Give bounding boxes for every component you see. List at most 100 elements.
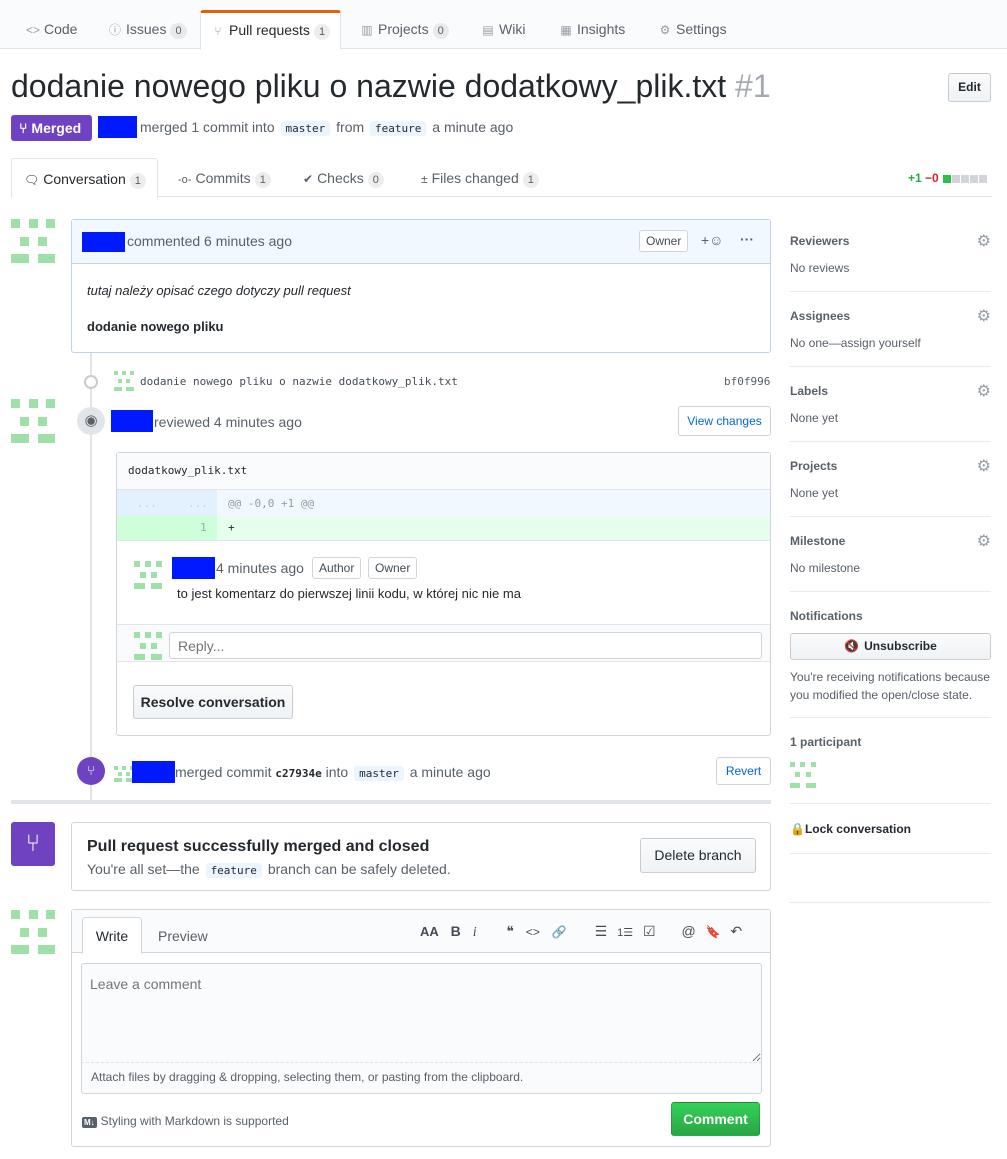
tab-label: Projects	[378, 21, 429, 37]
mention-icon[interactable]: @	[681, 923, 695, 939]
reference-icon[interactable]: 🔖	[706, 925, 721, 939]
diffstat-block	[961, 174, 969, 183]
tab-count: 0	[367, 172, 384, 188]
tab-label: Commits	[195, 170, 251, 186]
text-size-icon[interactable]: AA	[420, 924, 439, 939]
line-code: +	[228, 521, 235, 534]
comment-composer: Write Preview AA B i ❝ <> 🔗 ☰ 1☰ ☑ @ 🔖 ↶…	[71, 909, 771, 1147]
page-title: dodanie nowego pliku o nazwie dodatkowy_…	[11, 68, 771, 105]
head-branch[interactable]: feature	[370, 121, 427, 136]
merge-icon: ⑂	[77, 757, 105, 785]
sidebar-reviewers: Reviewers ⚙ No reviews	[790, 219, 991, 292]
diff-line-added: 1 +	[117, 516, 770, 540]
sidebar-value: None yet	[790, 486, 839, 500]
preview-tab[interactable]: Preview	[158, 928, 208, 944]
sidebar-value: No reviews	[790, 261, 850, 275]
repo-tab-wiki[interactable]: ▤ Wiki	[471, 10, 535, 49]
commit-sha[interactable]: bf0f996	[724, 375, 770, 388]
avatar[interactable]	[11, 399, 55, 443]
meta-time: a minute ago	[432, 119, 514, 135]
quote-icon[interactable]: ❝	[506, 923, 514, 939]
attach-files-bar[interactable]: Attach files by dragging & dropping, sel…	[81, 1063, 762, 1094]
repo-tab-settings[interactable]: ⚙ Settings	[648, 10, 737, 49]
tab-commits[interactable]: -o- Commits 1	[166, 158, 283, 197]
gear-icon[interactable]: ⚙	[977, 231, 991, 251]
comment-time[interactable]: 4 minutes ago	[216, 560, 304, 576]
view-changes-button[interactable]: View changes	[678, 406, 771, 436]
tab-label: Insights	[577, 21, 626, 37]
repo-tab-projects[interactable]: ▥ Projects 0	[350, 10, 459, 49]
italic-icon[interactable]: i	[473, 925, 477, 940]
reply-row	[117, 624, 770, 662]
repo-tab-pull-requests[interactable]: ⑂ Pull requests 1	[200, 10, 342, 50]
sidebar-projects: Projects ⚙ None yet	[790, 442, 991, 517]
repo-tab-insights[interactable]: ▦ Insights	[549, 10, 635, 49]
sidebar-heading: Notifications	[790, 609, 863, 623]
link-icon[interactable]: 🔗	[552, 925, 567, 939]
add-reaction-icon[interactable]: +☺	[701, 232, 723, 248]
diffstat: +1 −0	[908, 171, 987, 185]
revert-button[interactable]: Revert	[716, 757, 771, 785]
avatar[interactable]	[134, 561, 162, 589]
avatar[interactable]	[114, 371, 134, 391]
pr-title: dodanie nowego pliku o nazwie dodatkowy_…	[11, 68, 727, 104]
tab-conversation[interactable]: 🗨 Conversation 1	[11, 158, 158, 198]
commit-dot-icon	[84, 375, 98, 389]
line-number[interactable]: 1	[200, 521, 207, 534]
sidebar-heading[interactable]: Milestone	[790, 534, 845, 548]
bullet-list-icon[interactable]: ☰	[595, 923, 608, 939]
redacted-username[interactable]	[111, 410, 153, 432]
merge-icon: ⑂	[19, 120, 28, 136]
numbered-list-icon[interactable]: 1☰	[617, 927, 633, 939]
base-branch[interactable]: master	[280, 121, 331, 136]
bold-icon[interactable]: B	[451, 923, 461, 939]
tab-checks[interactable]: ✔ Checks 0	[291, 158, 396, 197]
sidebar-heading[interactable]: Assignees	[790, 309, 850, 323]
sidebar-heading[interactable]: Projects	[790, 459, 837, 473]
more-options-icon[interactable]: ···	[740, 231, 754, 247]
avatar[interactable]	[11, 219, 55, 263]
merge-text: into	[325, 764, 349, 780]
markdown-toolbar: AA B i ❝ <> 🔗 ☰ 1☰ ☑ @ 🔖 ↶	[420, 923, 742, 941]
feature-branch[interactable]: feature	[205, 863, 262, 878]
comment-body-bold: dodanie nowego pliku	[87, 319, 224, 334]
avatar[interactable]	[11, 910, 55, 954]
write-tab[interactable]: Write	[82, 917, 142, 954]
gear-icon[interactable]: ⚙	[977, 381, 991, 401]
pr-number: #1	[735, 68, 771, 104]
redacted-username[interactable]	[82, 232, 125, 252]
comment-textarea[interactable]	[81, 963, 762, 1063]
markdown-note[interactable]: M↓ Styling with Markdown is supported	[82, 1114, 289, 1128]
gear-icon[interactable]: ⚙	[977, 456, 991, 476]
saved-reply-icon[interactable]: ↶	[730, 923, 742, 939]
lock-conversation-link[interactable]: 🔒Lock conversation	[790, 822, 911, 836]
sidebar-heading[interactable]: Reviewers	[790, 234, 849, 248]
sidebar-heading[interactable]: Labels	[790, 384, 828, 398]
gear-icon[interactable]: ⚙	[977, 531, 991, 551]
delete-branch-button[interactable]: Delete branch	[640, 838, 756, 873]
tab-label: Settings	[676, 21, 727, 37]
merge-commit-sha[interactable]: c27934e	[275, 767, 321, 780]
code-icon[interactable]: <>	[526, 925, 540, 939]
repo-tab-code[interactable]: <> Code	[16, 10, 87, 49]
avatar[interactable]	[114, 764, 134, 782]
edit-button[interactable]: Edit	[948, 73, 991, 102]
sidebar-value[interactable]: No one—assign yourself	[790, 336, 921, 350]
participant-avatar[interactable]	[790, 762, 816, 788]
commit-message[interactable]: dodanie nowego pliku o nazwie dodatkowy_…	[140, 375, 458, 388]
redacted-username[interactable]	[98, 116, 137, 138]
redacted-username[interactable]	[172, 557, 215, 579]
comment-submit-button[interactable]: Comment	[671, 1102, 760, 1136]
reply-input[interactable]	[169, 632, 762, 659]
diff-file-name[interactable]: dodatkowy_plik.txt	[117, 453, 770, 490]
unsubscribe-button[interactable]: 🔇 Unsubscribe	[790, 633, 991, 660]
gear-icon[interactable]: ⚙	[977, 306, 991, 326]
graph-icon: ▦	[560, 23, 572, 37]
redacted-username[interactable]	[132, 761, 175, 783]
pr-meta: merged 1 commit into master from feature…	[140, 119, 513, 136]
resolve-conversation-button[interactable]: Resolve conversation	[133, 685, 293, 719]
tab-files-changed[interactable]: ± Files changed 1	[409, 158, 551, 197]
merge-branch[interactable]: master	[354, 766, 404, 781]
task-list-icon[interactable]: ☑	[643, 923, 656, 939]
repo-tab-issues[interactable]: ⓘ Issues 0	[98, 10, 197, 49]
